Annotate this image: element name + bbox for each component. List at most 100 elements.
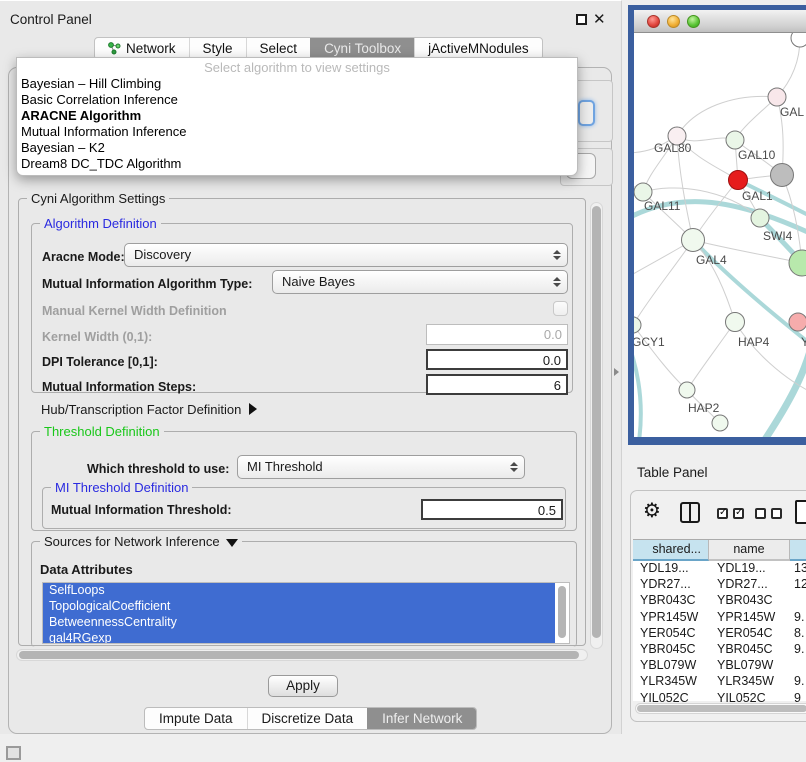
subtab-infer-network[interactable]: Infer Network [367,708,476,729]
network-window-titlebar[interactable] [634,10,806,33]
data-attributes-list[interactable]: SelfLoopsTopologicalCoefficientBetweenne… [42,582,570,644]
unchecked-columns-icon[interactable] [755,508,782,519]
table-row[interactable]: YBR045CYBR045C9. [633,642,806,658]
node-label: GAL11 [644,199,681,213]
table-row[interactable]: YPR145WYPR145W9. [633,610,806,626]
network-node-gal4[interactable] [682,229,705,252]
network-node[interactable] [712,415,728,431]
algorithm-option[interactable]: ARACNE Algorithm [17,108,577,124]
network-node-gal[interactable] [768,88,786,106]
algorithm-option[interactable]: Bayesian – Hill Climbing [17,76,577,92]
network-node-gal1[interactable] [729,171,748,190]
which-threshold-select[interactable]: MI Threshold [237,455,525,479]
subtab-impute-data[interactable]: Impute Data [145,708,247,729]
apply-button[interactable]: Apply [268,675,338,697]
network-node-hap4[interactable] [726,313,745,332]
network-node-gcy1[interactable] [634,317,641,333]
network-node-y[interactable] [789,313,806,331]
panel-title: Control Panel [10,12,92,27]
algorithm-option[interactable]: Bayesian – K2 [17,140,577,156]
table-cell [790,593,806,609]
node-label: GCY1 [634,335,665,349]
columns-icon[interactable] [680,502,700,523]
tab-label: Select [260,41,298,56]
splitpane-arrow-icon[interactable] [614,368,619,376]
mi-threshold-field[interactable]: 0.5 [421,499,563,520]
minimize-traffic-light-icon[interactable] [667,15,680,28]
network-node[interactable] [771,164,794,187]
data-attribute-item[interactable]: SelfLoops [43,583,555,599]
algorithm-option[interactable]: Mutual Information Inference [17,124,577,140]
tab-jactivemnodules[interactable]: jActiveMNodules [414,38,542,59]
mi-threshold-label: Mutual Information Threshold: [51,503,232,517]
export-table-icon[interactable] [795,500,806,524]
table-row[interactable]: YBR043CYBR043C [633,593,806,609]
table-row[interactable]: YDL19...YDL19...13 [633,561,806,577]
float-window-icon[interactable] [576,14,587,25]
algorithm-option[interactable]: Dream8 DC_TDC Algorithm [17,156,577,172]
focused-combo-fragment [578,100,595,126]
algorithm-placeholder: Select algorithm to view settings [17,60,577,76]
algorithm-definition-group: Algorithm Definition Aracne Mode: Discov… [31,223,573,393]
table-cell [790,658,806,674]
network-edge[interactable] [687,322,735,390]
table-row[interactable]: YDR27...YDR27...12 [633,577,806,593]
table-row[interactable]: YIL052CYIL052C9 [633,691,806,703]
network-node-gal10[interactable] [726,131,744,149]
table-row[interactable]: YER054CYER054C8. [633,626,806,642]
aracne-mode-select[interactable]: Discovery [124,243,568,267]
network-node[interactable] [791,33,806,47]
tab-cyni-toolbox[interactable]: Cyni Toolbox [310,38,414,59]
column-header[interactable]: shared... [633,540,709,561]
data-attribute-item[interactable]: gal4RGexp [43,631,555,644]
table-row[interactable]: YBL079WYBL079W [633,658,806,674]
network-edge[interactable] [634,240,693,325]
hub-definition-label: Hub/Transcription Factor Definition [41,402,241,417]
mi-type-select[interactable]: Naive Bayes [272,270,568,294]
manual-kernel-checkbox[interactable] [553,301,568,316]
sources-title: Sources for Network Inference [44,534,220,549]
table-cell: YPR145W [633,610,709,626]
data-attribute-item[interactable]: TopologicalCoefficient [43,599,555,615]
cyni-settings-viewport: Cyni Algorithm Settings Algorithm Defini… [14,192,604,663]
aracne-mode-label: Aracne Mode: [42,250,125,264]
minimized-panel-icon[interactable] [6,746,21,760]
close-traffic-light-icon[interactable] [647,15,660,28]
close-icon[interactable]: ✕ [593,10,606,28]
column-header[interactable] [790,540,806,561]
column-header[interactable]: name [709,540,790,561]
table-cell: YBL079W [709,658,790,674]
tab-select[interactable]: Select [246,38,311,59]
network-node-hap2[interactable] [679,382,695,398]
network-edge[interactable] [677,96,777,136]
subtab-discretize-data[interactable]: Discretize Data [247,708,368,729]
table-horizontal-scrollbar[interactable] [635,703,806,714]
table-cell: 13 [790,561,806,577]
table-panel-title: Table Panel [637,465,708,480]
settings-horizontal-scrollbar[interactable] [16,649,588,661]
network-canvas[interactable]: GALGAL80GAL10GAL1GAL11SWI4GAL4GCY1HAP4YH… [634,33,806,437]
dpi-tolerance-field[interactable]: 0.0 [426,349,568,370]
table-cell: YBR045C [633,642,709,658]
tab-network[interactable]: Network [95,38,189,59]
table-cell: YDR27... [633,577,709,593]
algorithm-option[interactable]: Basic Correlation Inference [17,92,577,108]
network-node-swi4[interactable] [751,209,769,227]
list-scrollbar[interactable] [556,584,568,642]
data-attribute-item[interactable]: BetweennessCentrality [43,615,555,631]
table-row[interactable]: YLR345WYLR345W9. [633,674,806,690]
mi-steps-field[interactable]: 6 [426,374,568,395]
checked-columns-icon[interactable] [717,508,744,519]
zoom-traffic-light-icon[interactable] [687,15,700,28]
node-label: Y [801,335,806,349]
hub-definition-toggle[interactable]: Hub/Transcription Factor Definition [41,402,257,417]
settings-vertical-scrollbar[interactable] [590,202,603,649]
tab-label: jActiveMNodules [428,41,529,56]
table-header-row: shared...name [633,540,806,561]
table-cell: YIL052C [709,691,790,703]
table-cell: YLR345W [709,674,790,690]
stepper-icon [510,462,518,472]
tab-style[interactable]: Style [189,38,246,59]
data-attributes-label: Data Attributes [40,562,133,577]
gear-icon[interactable]: ⚙ [643,501,661,521]
